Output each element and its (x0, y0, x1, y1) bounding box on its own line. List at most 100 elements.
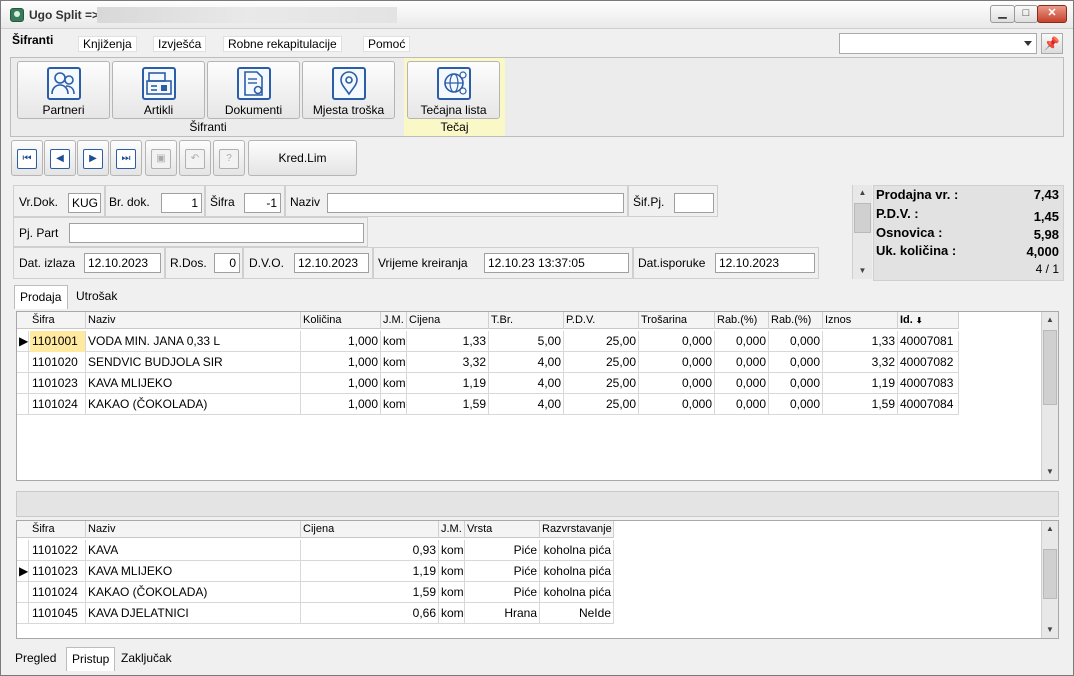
table-row[interactable]: 1101023 KAVA MLIJEKO 1,000 kom 1,19 4,00 25,00… (17, 373, 959, 394)
cell[interactable]: 1101020 (30, 352, 86, 373)
kred-lim-button[interactable]: Kred.Lim (248, 140, 357, 176)
col-jm[interactable]: J.M. (381, 312, 407, 329)
cell[interactable]: koholna pića (540, 540, 614, 561)
cell[interactable]: 1,000 (301, 352, 381, 373)
col-tbr[interactable]: T.Br. (489, 312, 564, 329)
col-sifra[interactable]: Šifra (30, 312, 86, 329)
close-button[interactable]: ✕ (1037, 5, 1067, 23)
cell[interactable]: KAVA MLIJEKO (86, 561, 301, 582)
sifra-field[interactable]: -1 (244, 193, 281, 213)
cell[interactable]: 3,32 (823, 352, 898, 373)
table-row[interactable]: 1101024 KAKAO (ČOKOLADA) 1,000 kom 1,59 4,00 2… (17, 394, 959, 415)
cell[interactable]: 0,000 (715, 352, 769, 373)
search-combo[interactable] (839, 33, 1037, 54)
rdos-field[interactable]: 0 (214, 253, 240, 273)
menu-tab-pomoc[interactable]: Pomoć (363, 36, 411, 52)
cell[interactable]: 0,66 (301, 603, 439, 624)
cell[interactable]: 0,000 (639, 352, 715, 373)
naziv-field[interactable] (327, 193, 624, 213)
cell[interactable]: NeIde (540, 603, 614, 624)
cell[interactable]: 40007082 (898, 352, 959, 373)
cell[interactable]: 5,00 (489, 331, 564, 352)
dokumenti-button[interactable]: Dokumenti (207, 61, 300, 119)
cell[interactable]: 0,000 (639, 394, 715, 415)
cell[interactable]: VODA MIN. JANA 0,33 L (86, 331, 301, 352)
last-record-button[interactable]: ⏭ (110, 140, 142, 176)
cell[interactable]: 0,000 (639, 373, 715, 394)
scroll-down-icon[interactable]: ▼ (1042, 464, 1058, 480)
col2-jm[interactable]: J.M. (439, 521, 465, 538)
cell[interactable]: Piće (465, 561, 540, 582)
cell[interactable]: 25,00 (564, 394, 639, 415)
col-id[interactable]: Id. ⬇ (898, 312, 959, 329)
cell[interactable]: 4,00 (489, 373, 564, 394)
col2-cijena[interactable]: Cijena (301, 521, 439, 538)
col-iznos[interactable]: Iznos (823, 312, 898, 329)
scroll-up-icon[interactable]: ▲ (1042, 521, 1058, 537)
mjesta-troska-button[interactable]: Mjesta troška (302, 61, 395, 119)
vrijeme-field[interactable]: 12.10.23 13:37:05 (484, 253, 629, 273)
cell[interactable]: 40007081 (898, 331, 959, 352)
cell[interactable]: 0,000 (769, 352, 823, 373)
col-cijena[interactable]: Cijena (407, 312, 489, 329)
cell[interactable]: 25,00 (564, 331, 639, 352)
table-row[interactable]: 1101020 SENDVIC BUDJOLA SIR 1,000 kom 3,32 4,… (17, 352, 959, 373)
col2-razvrstavanje[interactable]: Razvrstavanje (540, 521, 614, 538)
cell[interactable]: kom (439, 582, 465, 603)
cell[interactable]: KAVA (86, 540, 301, 561)
help-button[interactable]: ? (213, 140, 245, 176)
col-trosarina[interactable]: Trošarina (639, 312, 715, 329)
scroll-up-icon[interactable]: ▲ (1042, 312, 1058, 328)
cell[interactable]: KAVA MLIJEKO (86, 373, 301, 394)
scroll-thumb[interactable] (854, 203, 871, 233)
col-naziv[interactable]: Naziv (86, 312, 301, 329)
cell[interactable]: 1,000 (301, 394, 381, 415)
cell[interactable]: kom (381, 331, 407, 352)
scroll-up-icon[interactable]: ▲ (853, 185, 872, 201)
cell[interactable]: 1,19 (823, 373, 898, 394)
artikli-button[interactable]: Artikli (112, 61, 205, 119)
scroll-thumb[interactable] (1043, 330, 1057, 405)
cell[interactable]: 4,00 (489, 394, 564, 415)
tab-pristup[interactable]: Pristup (66, 647, 116, 671)
table-row[interactable]: 1101045 KAVA DJELATNICI 0,66 kom Hrana NeIde (17, 603, 614, 624)
brdok-field[interactable]: 1 (161, 193, 202, 213)
cell[interactable]: 1,59 (301, 582, 439, 603)
cell[interactable]: kom (381, 352, 407, 373)
cell[interactable]: 1101024 (30, 582, 86, 603)
first-record-button[interactable]: ⏮ (11, 140, 43, 176)
cell[interactable]: 1101023 (30, 373, 86, 394)
prev-record-button[interactable]: ◀ (44, 140, 76, 176)
menu-tab-robne[interactable]: Robne rekapitulacije (223, 36, 342, 52)
cell[interactable]: 0,000 (769, 394, 823, 415)
cell[interactable]: 40007084 (898, 394, 959, 415)
table-row[interactable]: ▶ 1101023 KAVA MLIJEKO 1,19 kom Piće koholna p… (17, 561, 614, 582)
cell[interactable]: 1101001 (30, 331, 86, 352)
cell[interactable]: kom (439, 603, 465, 624)
table-row[interactable]: 1101022 KAVA 0,93 kom Piće koholna pića (17, 540, 614, 561)
pin-button[interactable]: 📌 (1041, 33, 1063, 54)
cell[interactable]: Piće (465, 582, 540, 603)
cell[interactable]: KAKAO (ČOKOLADA) (86, 582, 301, 603)
grid-prodaja[interactable]: Šifra Naziv Količina J.M. Cijena T.Br. P… (16, 311, 1059, 481)
undo-button[interactable]: ↶ (179, 140, 211, 176)
cell[interactable]: 0,93 (301, 540, 439, 561)
cell[interactable]: 4,00 (489, 352, 564, 373)
tab-pregled[interactable]: Pregled (10, 647, 61, 671)
cell[interactable]: Piće (465, 540, 540, 561)
cell[interactable]: 1101022 (30, 540, 86, 561)
col-rab2[interactable]: Rab.(%) (769, 312, 823, 329)
header-scrollbar[interactable]: ▲ ▼ (852, 185, 872, 279)
col-rab1[interactable]: Rab.(%) (715, 312, 769, 329)
partneri-button[interactable]: Partneri (17, 61, 110, 119)
cell[interactable]: SENDVIC BUDJOLA SIR (86, 352, 301, 373)
vrdok-field[interactable]: KUG (68, 193, 101, 213)
tab-zakljucak[interactable]: Zaključak (116, 647, 177, 671)
sifpj-field[interactable] (674, 193, 714, 213)
cell[interactable]: 1101023 (30, 561, 86, 582)
cell[interactable]: 1,59 (407, 394, 489, 415)
cell[interactable]: kom (439, 561, 465, 582)
cell[interactable]: KAKAO (ČOKOLADA) (86, 394, 301, 415)
maximize-button[interactable]: □ (1014, 5, 1038, 23)
datisp-field[interactable]: 12.10.2023 (715, 253, 815, 273)
